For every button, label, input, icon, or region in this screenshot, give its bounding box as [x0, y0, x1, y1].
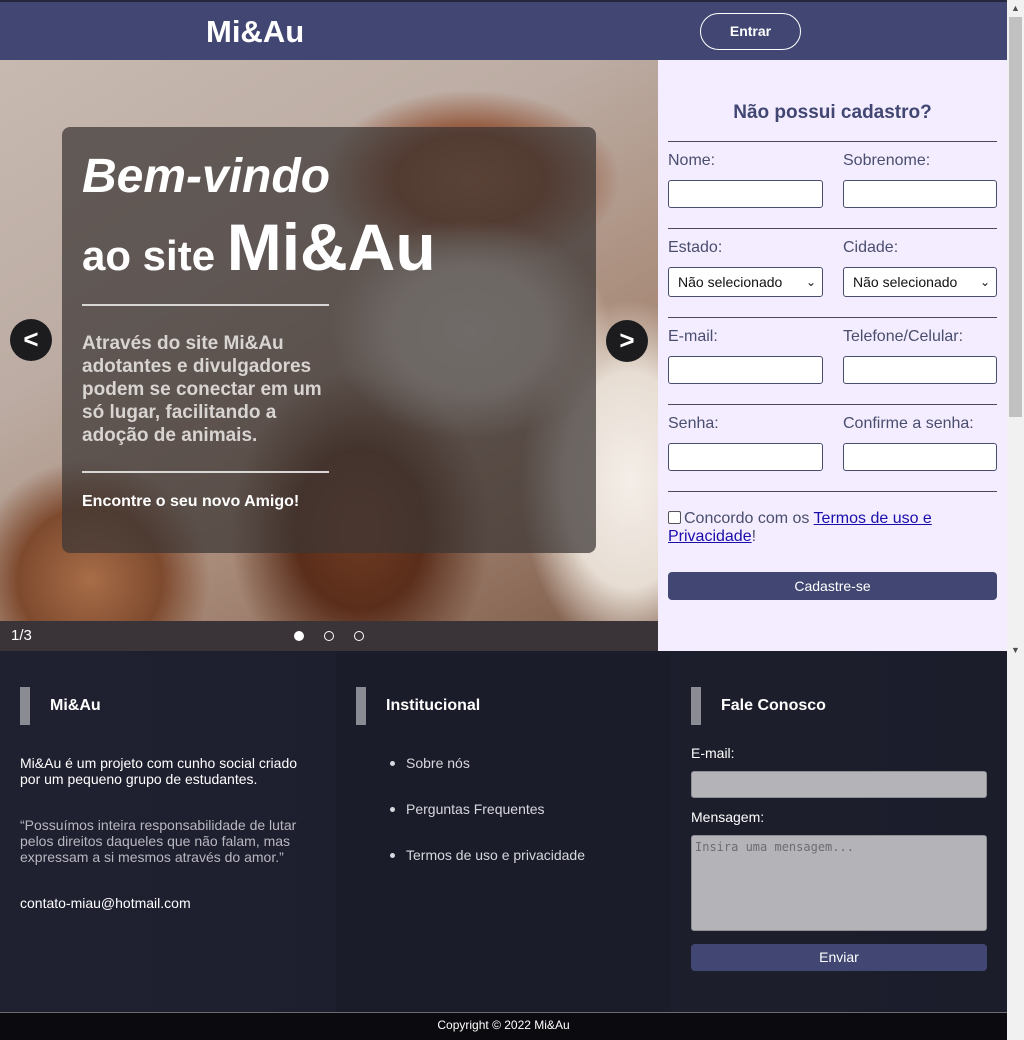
hero-carousel: Bem-vindo ao site Mi&Au Através do site …	[0, 60, 658, 651]
footer-quote: “Possuímos inteira responsabilidade de l…	[20, 817, 297, 865]
signup-panel: Não possui cadastro? Nome: Sobrenome: Es…	[658, 60, 1007, 651]
state-select-value: Não selecionado	[678, 274, 783, 290]
chevron-down-icon: ⌄	[979, 275, 990, 289]
signup-title: Não possui cadastro?	[733, 102, 932, 123]
carousel-dot-3[interactable]	[354, 631, 364, 641]
first-name-label: Nome:	[668, 152, 716, 169]
footer: Mi&Au Mi&Au é um projeto com cunho socia…	[0, 651, 1007, 1012]
footer-contact-email[interactable]: contato-miau@hotmail.com	[20, 895, 191, 911]
hero-cta-text: Encontre o seu novo Amigo!	[82, 493, 300, 510]
hero-title-site: ao site Mi&Au	[82, 209, 436, 285]
hero-title-prefix: ao site	[82, 232, 216, 279]
login-button[interactable]: Entrar	[700, 13, 801, 50]
contact-message-textarea[interactable]: Insira uma mensagem...	[691, 835, 987, 931]
scroll-up-arrow-icon[interactable]: ▲	[1007, 0, 1024, 17]
hero-overlay-card: Bem-vindo ao site Mi&Au Através do site …	[62, 127, 596, 553]
city-select-value: Não selecionado	[853, 274, 958, 290]
heading-accent-bar	[20, 687, 30, 725]
chevron-down-icon: ⌄	[805, 275, 816, 289]
hero-divider-top	[82, 304, 329, 306]
phone-label: Telefone/Celular:	[843, 328, 964, 345]
signup-divider	[668, 141, 997, 142]
footer-link-about[interactable]: Sobre nós	[386, 755, 585, 771]
confirm-password-label: Confirme a senha:	[843, 415, 974, 432]
email-input[interactable]	[668, 356, 823, 384]
terms-checkbox[interactable]	[668, 511, 681, 524]
heading-accent-bar	[356, 687, 366, 725]
site-logo[interactable]: Mi&Au	[206, 14, 304, 50]
hero-description: Através do site Mi&Au adotantes e divulg…	[82, 333, 322, 446]
city-label: Cidade:	[843, 239, 899, 256]
confirm-password-input[interactable]	[843, 443, 997, 471]
password-input[interactable]	[668, 443, 823, 471]
footer-institutional-column: Institucional Sobre nós Perguntas Freque…	[336, 651, 671, 1012]
carousel-next-button[interactable]: >	[606, 320, 648, 362]
last-name-label: Sobrenome:	[843, 152, 931, 169]
last-name-input[interactable]	[843, 180, 997, 208]
terms-suffix: !	[751, 528, 757, 545]
signup-submit-button[interactable]: Cadastre-se	[668, 572, 997, 600]
copyright-bar: Copyright © 2022 Mi&Au	[0, 1012, 1007, 1040]
terms-agreement: Concordo com os Termos de uso e Privacid…	[668, 510, 968, 546]
contact-email-input[interactable]	[691, 771, 987, 798]
footer-about-column: Mi&Au Mi&Au é um projeto com cunho socia…	[0, 651, 336, 1012]
page-scrollbar[interactable]: ▲ ▼	[1007, 0, 1024, 1040]
contact-submit-button[interactable]: Enviar	[691, 944, 987, 971]
hero-divider-bottom	[82, 471, 329, 473]
footer-about-text: Mi&Au é um projeto com cunho social cria…	[20, 755, 298, 787]
footer-link-faq[interactable]: Perguntas Frequentes	[386, 801, 585, 817]
signup-divider	[668, 228, 997, 229]
hero-title-brand: Mi&Au	[226, 210, 436, 284]
footer-contact-heading: Fale Conosco	[721, 697, 826, 714]
state-label: Estado:	[668, 239, 723, 256]
signup-divider	[668, 491, 997, 492]
carousel-controls: 1/3	[0, 621, 658, 651]
terms-prefix: Concordo com os	[684, 510, 810, 527]
footer-contact-column: Fale Conosco E-mail: Mensagem: Insira um…	[671, 651, 1007, 1012]
carousel-counter: 1/3	[11, 627, 32, 644]
hero-title-welcome: Bem-vindo	[82, 150, 331, 203]
phone-input[interactable]	[843, 356, 997, 384]
carousel-dot-2[interactable]	[324, 631, 334, 641]
carousel-dot-1[interactable]	[294, 631, 304, 641]
contact-email-label: E-mail:	[691, 745, 735, 761]
scroll-down-arrow-icon[interactable]: ▼	[1007, 642, 1024, 659]
signup-divider	[668, 317, 997, 318]
email-label: E-mail:	[668, 328, 718, 345]
city-select[interactable]: Não selecionado ⌄	[843, 267, 997, 297]
footer-institutional-heading: Institucional	[386, 697, 481, 714]
state-select[interactable]: Não selecionado ⌄	[668, 267, 823, 297]
carousel-prev-button[interactable]: <	[10, 319, 52, 361]
footer-link-terms[interactable]: Termos de uso e privacidade	[386, 847, 585, 863]
top-navbar: Mi&Au Entrar	[0, 0, 1007, 60]
first-name-input[interactable]	[668, 180, 823, 208]
scrollbar-thumb[interactable]	[1009, 17, 1022, 417]
contact-message-label: Mensagem:	[691, 809, 765, 825]
institutional-links: Sobre nós Perguntas Frequentes Termos de…	[386, 755, 585, 893]
footer-about-heading: Mi&Au	[50, 697, 101, 714]
password-label: Senha:	[668, 415, 719, 432]
heading-accent-bar	[691, 687, 701, 725]
signup-divider	[668, 404, 997, 405]
